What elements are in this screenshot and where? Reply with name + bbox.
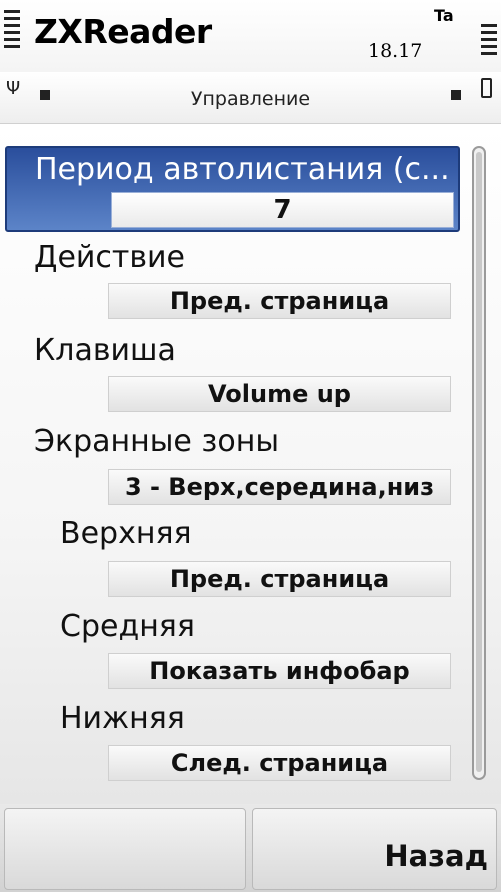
- clock: 18.17: [368, 40, 423, 62]
- back-button[interactable]: Назад: [252, 808, 497, 890]
- setting-key-value[interactable]: Volume up: [108, 376, 451, 412]
- setting-autoscroll-period[interactable]: Период автолистания (с... 7: [5, 146, 460, 232]
- setting-top-zone-title[interactable]: Верхняя: [60, 516, 192, 551]
- setting-title: Период автолистания (с...: [35, 152, 450, 187]
- setting-action-title[interactable]: Действие: [34, 240, 185, 275]
- setting-middle-zone-title[interactable]: Средняя: [60, 609, 195, 644]
- signal-strength-icon: [4, 10, 20, 52]
- scrollbar-thumb[interactable]: [476, 152, 482, 772]
- back-button-label: Назад: [384, 839, 488, 873]
- battery-icon: [481, 78, 492, 98]
- app-title: ZXReader: [34, 12, 212, 51]
- scrollbar[interactable]: [472, 146, 486, 780]
- setting-action-value[interactable]: Пред. страница: [108, 283, 451, 319]
- setting-bottom-zone-value[interactable]: След. страница: [108, 745, 451, 781]
- battery-level-icon: [481, 24, 497, 59]
- setting-middle-zone-value[interactable]: Показать инфобар: [108, 653, 451, 689]
- left-softkey-button[interactable]: [4, 808, 246, 890]
- page-title: Управление: [190, 88, 311, 110]
- navi-pane: Ψ Управление: [0, 72, 501, 124]
- softkey-bar: Назад: [0, 804, 501, 892]
- navi-right-indicator-icon: [451, 90, 461, 100]
- status-bar: ZXReader Ta 18.17: [0, 0, 501, 72]
- setting-screen-zones-title[interactable]: Экранные зоны: [34, 424, 279, 459]
- setting-screen-zones-value[interactable]: 3 - Верх,середина,низ: [108, 469, 451, 505]
- setting-value[interactable]: 7: [111, 192, 454, 228]
- setting-key-title[interactable]: Клавиша: [34, 333, 176, 368]
- network-indicator-icon: Ta: [434, 6, 454, 25]
- setting-top-zone-value[interactable]: Пред. страница: [108, 561, 451, 597]
- setting-bottom-zone-title[interactable]: Нижняя: [60, 701, 185, 736]
